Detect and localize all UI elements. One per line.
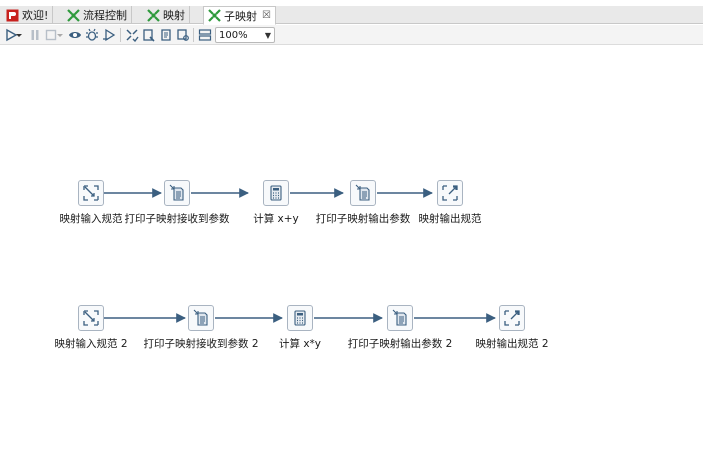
step-mapping-input[interactable] bbox=[78, 305, 104, 331]
explore-db-button[interactable] bbox=[175, 27, 191, 43]
tab-label: 欢迎! bbox=[22, 9, 49, 22]
preview-button[interactable] bbox=[67, 27, 83, 43]
step-label: 打印子映射输出参数 2 bbox=[347, 338, 453, 350]
tab-label: 流程控制 bbox=[83, 9, 127, 22]
step-label: 映射输出规范 bbox=[418, 213, 482, 225]
step-label: 映射输入规范 bbox=[59, 213, 123, 225]
chevron-down-icon bbox=[16, 34, 22, 37]
toolbar-separator bbox=[193, 28, 194, 42]
tab-job[interactable]: 流程控制 bbox=[63, 6, 132, 24]
chevron-down-icon bbox=[57, 34, 63, 37]
step-mapping-output[interactable] bbox=[499, 305, 525, 331]
sql-icon bbox=[161, 29, 171, 41]
step-write-log[interactable] bbox=[188, 305, 214, 331]
mapping-input-icon bbox=[83, 310, 99, 326]
job-icon bbox=[67, 8, 80, 22]
show-results-button[interactable] bbox=[197, 27, 213, 43]
pause-button[interactable] bbox=[27, 27, 43, 43]
calculator-icon bbox=[270, 185, 282, 201]
step-mapping-input[interactable] bbox=[78, 180, 104, 206]
zoom-select[interactable]: 100% ▼ bbox=[215, 27, 275, 43]
step-calculator[interactable] bbox=[287, 305, 313, 331]
step-label: 打印子映射接收到参数 bbox=[124, 213, 230, 225]
tab-label: 子映射 bbox=[224, 9, 257, 23]
transformation-icon bbox=[208, 9, 221, 22]
close-tab-icon[interactable]: ☒ bbox=[262, 10, 271, 21]
step-label: 计算 x*y bbox=[278, 338, 322, 350]
calculator-icon bbox=[294, 310, 306, 326]
step-write-log[interactable] bbox=[164, 180, 190, 206]
write-to-log-icon bbox=[355, 184, 370, 201]
step-label: 计算 x+y bbox=[253, 213, 299, 225]
impact-icon bbox=[143, 29, 155, 42]
verify-button[interactable] bbox=[124, 27, 140, 43]
step-label: 映射输出规范 2 bbox=[475, 338, 549, 350]
tab-label: 映射 bbox=[163, 9, 185, 22]
step-label: 打印子映射输出参数 bbox=[315, 213, 411, 225]
write-to-log-icon bbox=[392, 309, 407, 326]
write-to-log-icon bbox=[193, 309, 208, 326]
step-write-log[interactable] bbox=[387, 305, 413, 331]
step-label: 映射输入规范 2 bbox=[54, 338, 128, 350]
pause-icon bbox=[31, 30, 39, 40]
step-calculator[interactable] bbox=[263, 180, 289, 206]
impact-button[interactable] bbox=[141, 27, 157, 43]
tab-sub-mapping[interactable]: 子映射 ☒ bbox=[203, 6, 276, 25]
toolbar: 100% ▼ bbox=[0, 25, 703, 45]
explore-db-icon bbox=[177, 29, 189, 41]
tab-bar: 欢迎! 流程控制 映射 子映射 ☒ bbox=[0, 6, 703, 25]
preview-icon bbox=[69, 32, 81, 38]
mapping-output-icon bbox=[504, 310, 520, 326]
run-options-dropdown[interactable] bbox=[15, 27, 23, 43]
mapping-input-icon bbox=[83, 185, 99, 201]
tab-mapping[interactable]: 映射 bbox=[143, 6, 190, 24]
debug-button[interactable] bbox=[84, 27, 100, 43]
sql-button[interactable] bbox=[158, 27, 174, 43]
stop-options-dropdown[interactable] bbox=[56, 27, 64, 43]
debug-icon bbox=[86, 28, 98, 41]
chevron-down-icon: ▼ bbox=[264, 30, 271, 40]
step-write-log[interactable] bbox=[350, 180, 376, 206]
show-results-icon bbox=[198, 29, 212, 41]
pentaho-logo-icon bbox=[6, 9, 19, 21]
step-mapping-output[interactable] bbox=[437, 180, 463, 206]
verify-icon bbox=[126, 29, 139, 42]
transformation-icon bbox=[147, 8, 160, 22]
zoom-value: 100% bbox=[219, 29, 248, 41]
step-label: 打印子映射接收到参数 2 bbox=[143, 338, 259, 350]
write-to-log-icon bbox=[169, 184, 184, 201]
replay-button[interactable] bbox=[101, 27, 117, 43]
transformation-canvas[interactable] bbox=[0, 46, 703, 475]
tab-welcome[interactable]: 欢迎! bbox=[2, 6, 54, 24]
mapping-output-icon bbox=[442, 185, 458, 201]
replay-icon bbox=[103, 28, 116, 42]
toolbar-separator bbox=[120, 28, 121, 42]
